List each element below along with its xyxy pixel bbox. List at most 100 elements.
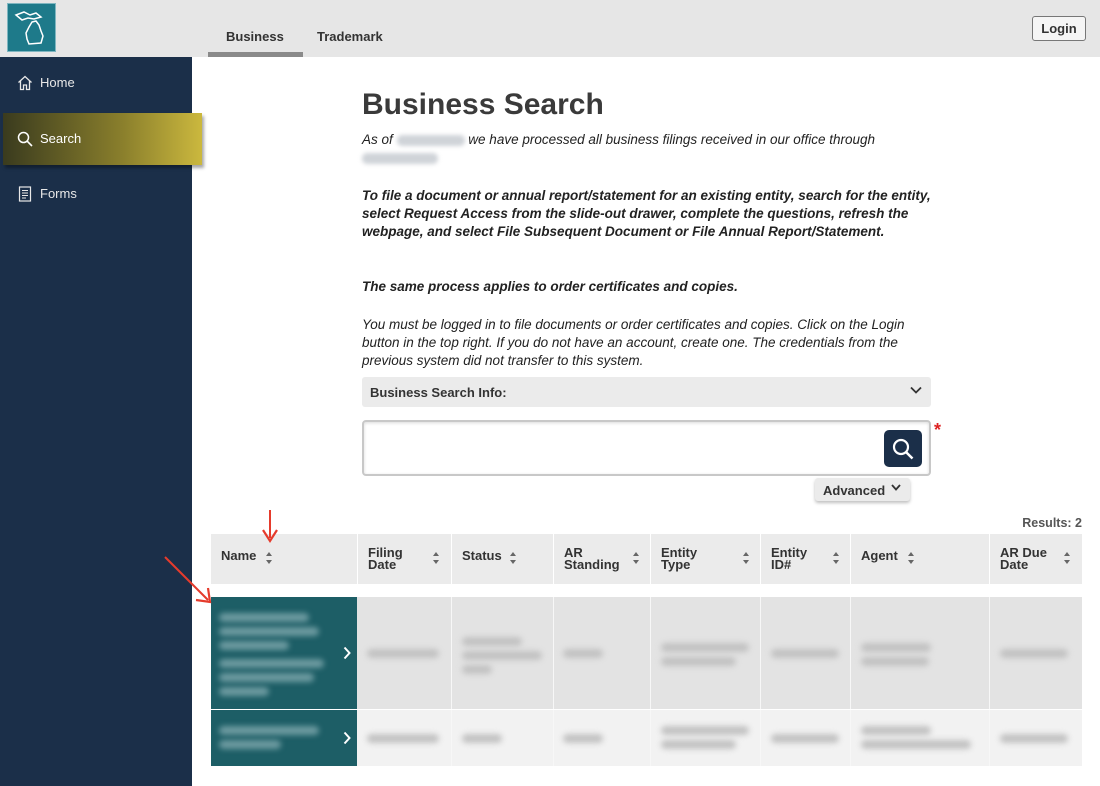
search-icon — [17, 131, 33, 147]
column-header-label: Entity Type — [661, 545, 698, 572]
results-count: Results: 2 — [1022, 516, 1082, 530]
redacted-entity-name — [219, 726, 319, 735]
redacted-entity-type — [661, 657, 736, 666]
sort-icon — [266, 552, 272, 564]
michigan-logo[interactable] — [7, 3, 56, 52]
redacted-status — [462, 734, 502, 743]
redacted-entity-id — [771, 649, 839, 658]
sort-icon — [433, 552, 439, 564]
column-header-ar-due-date[interactable]: AR Due Date — [990, 534, 1082, 584]
sort-icon — [908, 552, 914, 564]
sidebar-item-label: Home — [40, 75, 75, 90]
chevron-right-icon — [343, 731, 351, 745]
sidebar-item-search[interactable]: Search — [3, 113, 202, 165]
sidebar — [0, 57, 192, 786]
filing-instructions: To file a document or annual report/stat… — [362, 188, 931, 239]
login-button[interactable]: Login — [1032, 16, 1086, 41]
redacted-entity-name — [219, 673, 314, 682]
redacted-entity-type — [661, 740, 736, 749]
redacted-status — [462, 665, 492, 674]
sort-icon — [633, 552, 639, 564]
annotation-arrow-diagonal-icon — [164, 556, 212, 604]
sidebar-item-label: Forms — [40, 186, 77, 201]
column-header-label: Entity ID# — [771, 545, 808, 572]
column-divider — [451, 597, 452, 709]
column-divider — [650, 710, 651, 766]
column-header-agent[interactable]: Agent — [851, 534, 989, 584]
redacted-filing-date — [367, 734, 439, 743]
column-header-name[interactable]: Name — [211, 534, 357, 584]
redacted-ar-standing — [563, 649, 603, 658]
redacted-entity-name — [219, 687, 269, 696]
sort-icon — [833, 552, 839, 564]
business-search-info-accordion[interactable]: Business Search Info: — [362, 377, 931, 407]
redacted-agent — [861, 726, 931, 735]
login-note: You must be logged in to file documents … — [362, 317, 905, 368]
column-header-ar-standing[interactable]: AR Standing — [554, 534, 650, 584]
redacted-status — [462, 637, 522, 646]
column-divider — [850, 710, 851, 766]
column-divider — [451, 710, 452, 766]
chevron-down-icon — [891, 484, 901, 491]
sidebar-item-forms[interactable]: Forms — [0, 174, 192, 214]
results-table-header: Name Filing Date Status AR Standing Enti… — [211, 534, 1082, 584]
advanced-label: Advanced — [823, 483, 886, 498]
top-bar: Business Trademark Login — [0, 0, 1100, 57]
column-header-label: Name — [221, 548, 257, 563]
tab-trademark[interactable]: Trademark — [317, 29, 383, 44]
home-icon — [18, 75, 32, 91]
column-divider — [989, 710, 990, 766]
search-button[interactable] — [884, 430, 922, 467]
accordion-label: Business Search Info: — [370, 385, 507, 400]
search-icon — [892, 438, 914, 460]
redacted-entity-id — [771, 734, 839, 743]
sort-icon — [510, 552, 516, 564]
redacted-entity-name — [219, 627, 319, 636]
redacted-ar-due-date — [1000, 649, 1068, 658]
column-divider — [650, 597, 651, 709]
entity-name-cell[interactable] — [211, 710, 357, 766]
tab-business[interactable]: Business — [226, 29, 284, 44]
chevron-right-icon — [343, 646, 351, 660]
page-title: Business Search — [362, 88, 604, 121]
sidebar-item-home[interactable]: Home — [0, 63, 192, 103]
advanced-button[interactable]: Advanced — [815, 478, 910, 501]
entity-name-cell[interactable] — [211, 597, 357, 709]
redacted-agent — [861, 643, 931, 652]
active-tab-indicator — [208, 52, 303, 57]
column-divider — [760, 710, 761, 766]
redacted-entity-type — [661, 643, 749, 652]
column-header-label: AR Standing — [564, 545, 620, 572]
annotation-arrow-down-icon — [262, 510, 278, 544]
redacted-ar-due-date — [1000, 734, 1068, 743]
redacted-filing-date — [367, 649, 439, 658]
as-of-middle: we have processed all business filings r… — [468, 132, 826, 147]
redacted-entity-name — [219, 740, 281, 749]
business-search-input[interactable] — [362, 420, 931, 476]
redacted-date — [362, 152, 438, 164]
redacted-entity-name — [219, 641, 289, 650]
sidebar-item-label: Search — [40, 131, 82, 146]
michigan-map-icon — [14, 11, 44, 45]
column-header-entity-type[interactable]: Entity Type — [651, 534, 760, 584]
certificates-note: The same process applies to order certif… — [362, 279, 738, 294]
column-header-label: Filing Date — [368, 545, 403, 572]
column-divider — [553, 597, 554, 709]
column-divider — [760, 597, 761, 709]
sort-icon — [1064, 552, 1070, 564]
column-header-label: Status — [462, 548, 502, 563]
redacted-entity-type — [661, 726, 749, 735]
chevron-down-icon — [910, 386, 922, 394]
redacted-entity-name — [219, 613, 309, 622]
column-divider — [989, 597, 990, 709]
redacted-ar-standing — [563, 734, 603, 743]
table-row[interactable] — [211, 597, 1082, 709]
column-header-entity-id[interactable]: Entity ID# — [761, 534, 850, 584]
sort-icon — [743, 552, 749, 564]
column-header-filing-date[interactable]: Filing Date — [358, 534, 451, 584]
column-header-status[interactable]: Status — [452, 534, 553, 584]
redacted-agent — [861, 657, 929, 666]
table-row[interactable] — [211, 710, 1082, 766]
redacted-agent — [861, 740, 971, 749]
column-header-label: Agent — [861, 548, 898, 563]
